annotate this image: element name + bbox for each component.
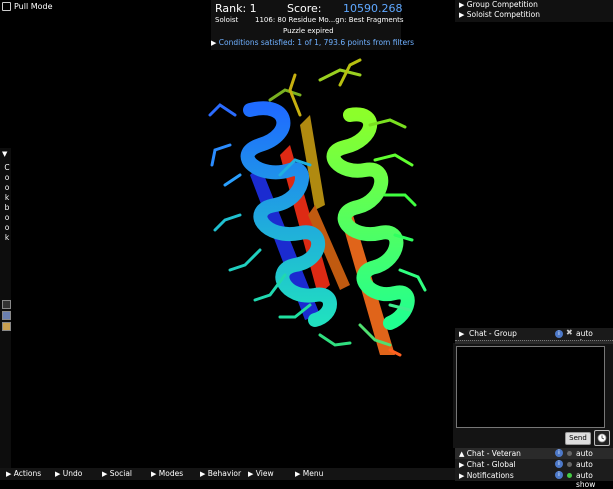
- cookbook-letter: o: [4, 213, 10, 222]
- group-competition-label: Group Competition: [466, 0, 538, 9]
- menu-actions[interactable]: ▶ Actions: [6, 469, 41, 478]
- competition-menu: ▶ Group Competition ▶ Soloist Competitio…: [455, 0, 613, 22]
- triangle-right-icon: ▶: [459, 11, 465, 19]
- protein-viewport[interactable]: [200, 55, 430, 365]
- chat-global-row[interactable]: ▶ Chat - Global i auto show: [455, 459, 613, 478]
- conditions-text: Conditions satisfied: 1 of 1, 793.6 poin…: [218, 38, 415, 47]
- group-competition-toggle[interactable]: ▶ Group Competition: [459, 0, 538, 9]
- send-button[interactable]: Send: [565, 432, 591, 445]
- cookbook-letter: k: [4, 193, 10, 202]
- status-dot: [567, 451, 572, 456]
- chat-global-label: ▶ Chat - Global: [459, 460, 516, 469]
- pull-mode-toggle[interactable]: Pull Mode: [2, 2, 53, 11]
- triangle-right-icon: ▶: [200, 470, 206, 478]
- triangle-right-icon: ▶: [459, 472, 465, 480]
- puzzle-title: 1106: 80 Residue Mo...gn: Best Fragments: [255, 16, 404, 24]
- clock-icon: [597, 433, 607, 443]
- rank-text: Rank: 1: [215, 2, 257, 15]
- chat-resize-handle[interactable]: [455, 340, 613, 344]
- cookbook-letter: k: [4, 233, 10, 242]
- info-icon[interactable]: i: [555, 460, 563, 468]
- chat-group-header[interactable]: ▶ Chat - Group i ✖ auto show: [455, 328, 613, 347]
- menu-undo[interactable]: ▶ Undo: [55, 469, 82, 478]
- info-icon[interactable]: i: [555, 471, 563, 479]
- triangle-down-icon: ▼: [2, 150, 8, 158]
- triangle-right-icon: ▶: [459, 330, 465, 338]
- info-icon[interactable]: i: [555, 330, 563, 338]
- chat-veteran-label: ▲ Chat - Veteran: [459, 449, 521, 458]
- helix-right: [326, 107, 415, 330]
- puzzle-status: Puzzle expired: [283, 27, 334, 35]
- triangle-right-icon: ▶: [211, 39, 217, 47]
- cookbook-letter: o: [4, 183, 10, 192]
- clock-button[interactable]: [594, 430, 610, 446]
- notifications-label: ▶ Notifications: [459, 471, 514, 480]
- notifications-auto-show[interactable]: auto show: [576, 471, 613, 489]
- chat-messages[interactable]: [456, 346, 605, 428]
- menu-modes[interactable]: ▶ Modes: [151, 469, 183, 478]
- triangle-right-icon: ▶: [459, 461, 465, 469]
- info-icon[interactable]: i: [555, 449, 563, 457]
- soloist-competition-toggle[interactable]: ▶ Soloist Competition: [459, 10, 540, 19]
- cookbook-letter: b: [4, 203, 10, 212]
- bottom-menu-bar: ▶ Actions ▶ Undo ▶ Social ▶ Modes ▶ Beha…: [0, 468, 455, 480]
- mode-text: Soloist: [215, 16, 239, 24]
- soloist-competition-label: Soloist Competition: [466, 10, 541, 19]
- menu-view[interactable]: ▶ View: [248, 469, 274, 478]
- menu-social[interactable]: ▶ Social: [102, 469, 132, 478]
- triangle-right-icon: ▶: [295, 470, 301, 478]
- score-label: Score:: [287, 2, 322, 15]
- triangle-up-icon: ▲: [459, 450, 465, 458]
- notifications-row[interactable]: ▶ Notifications i auto show: [455, 470, 613, 489]
- hand-icon: [2, 2, 11, 11]
- cookbook-letter: o: [4, 223, 10, 232]
- group-recipe-icon[interactable]: [2, 311, 11, 320]
- recipe-icon[interactable]: [2, 300, 11, 309]
- menu-menu[interactable]: ▶ Menu: [295, 469, 323, 478]
- triangle-right-icon: ▶: [151, 470, 157, 478]
- pull-mode-label: Pull Mode: [14, 2, 53, 11]
- cookbook-letter: C: [4, 163, 10, 172]
- cookbook-label: C o o k b o o k: [3, 163, 11, 243]
- cookbook-panel[interactable]: ▼ C o o k b o o k: [0, 148, 11, 468]
- triangle-right-icon: ▶: [102, 470, 108, 478]
- triangle-right-icon: ▶: [459, 1, 465, 9]
- menu-behavior[interactable]: ▶ Behavior: [200, 469, 241, 478]
- status-dot: [567, 462, 572, 467]
- close-icon[interactable]: ✖: [566, 328, 573, 337]
- chat-veteran-row[interactable]: ▲ Chat - Veteran i auto show: [455, 448, 613, 467]
- triangle-right-icon: ▶: [248, 470, 254, 478]
- status-dot: [567, 473, 572, 478]
- score-value: 10590.268: [343, 2, 403, 15]
- chat-group-label: Chat - Group: [469, 329, 517, 338]
- conditions-toggle[interactable]: ▶ Conditions satisfied: 1 of 1, 793.6 po…: [211, 38, 414, 47]
- triangle-right-icon: ▶: [6, 470, 12, 478]
- script-icon[interactable]: [2, 322, 11, 331]
- triangle-right-icon: ▶: [55, 470, 61, 478]
- cookbook-letter: o: [4, 173, 10, 182]
